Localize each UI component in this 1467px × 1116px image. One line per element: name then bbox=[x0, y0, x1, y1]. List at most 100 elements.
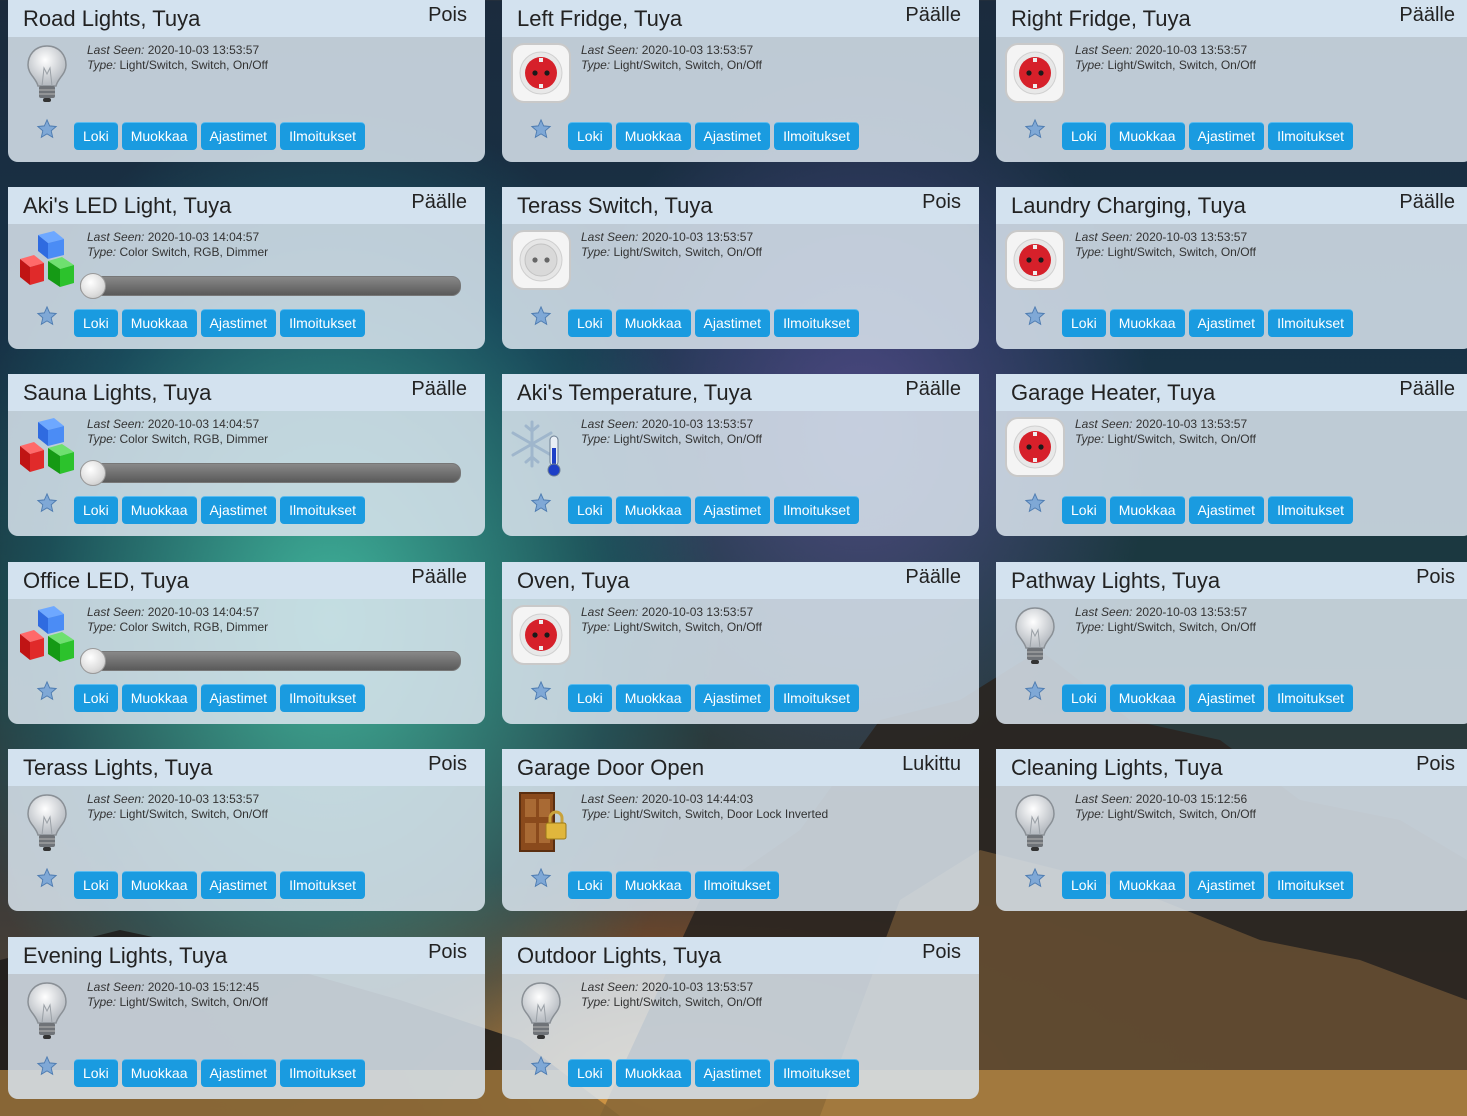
notifications-button[interactable]: Ilmoitukset bbox=[774, 1059, 859, 1087]
edit-button[interactable]: Muokkaa bbox=[615, 496, 691, 524]
timers-button[interactable]: Ajastimet bbox=[200, 309, 277, 337]
rgb-cubes-icon[interactable] bbox=[16, 604, 78, 666]
log-button[interactable]: Loki bbox=[1062, 122, 1106, 150]
favorite-star-icon[interactable] bbox=[530, 1055, 552, 1077]
power-socket-on-icon[interactable] bbox=[1004, 229, 1066, 291]
timers-button[interactable]: Ajastimet bbox=[1188, 496, 1265, 524]
favorite-star-icon[interactable] bbox=[530, 867, 552, 889]
log-button[interactable]: Loki bbox=[74, 122, 118, 150]
power-socket-on-icon[interactable] bbox=[510, 604, 572, 666]
timers-button[interactable]: Ajastimet bbox=[200, 122, 277, 150]
edit-button[interactable]: Muokkaa bbox=[615, 871, 691, 899]
device-status[interactable]: Pois bbox=[1416, 566, 1455, 589]
device-status[interactable]: Pois bbox=[1416, 753, 1455, 776]
notifications-button[interactable]: Ilmoitukset bbox=[1268, 871, 1353, 899]
favorite-star-icon[interactable] bbox=[530, 492, 552, 514]
edit-button[interactable]: Muokkaa bbox=[615, 684, 691, 712]
edit-button[interactable]: Muokkaa bbox=[1109, 496, 1185, 524]
timers-button[interactable]: Ajastimet bbox=[1188, 309, 1265, 337]
log-button[interactable]: Loki bbox=[1062, 496, 1106, 524]
device-status[interactable]: Päälle bbox=[1399, 4, 1455, 27]
favorite-star-icon[interactable] bbox=[1024, 118, 1046, 140]
rgb-cubes-icon[interactable] bbox=[16, 416, 78, 478]
device-status[interactable]: Pois bbox=[922, 191, 961, 214]
lightbulb-icon[interactable] bbox=[1004, 791, 1066, 853]
snowflake-thermometer-icon[interactable] bbox=[510, 416, 572, 478]
dimmer-slider-knob[interactable] bbox=[80, 648, 106, 674]
device-status[interactable]: Pois bbox=[428, 753, 467, 776]
favorite-star-icon[interactable] bbox=[1024, 867, 1046, 889]
notifications-button[interactable]: Ilmoitukset bbox=[774, 684, 859, 712]
edit-button[interactable]: Muokkaa bbox=[1109, 684, 1185, 712]
notifications-button[interactable]: Ilmoitukset bbox=[280, 496, 365, 524]
dimmer-slider-knob[interactable] bbox=[80, 273, 106, 299]
notifications-button[interactable]: Ilmoitukset bbox=[774, 496, 859, 524]
timers-button[interactable]: Ajastimet bbox=[200, 496, 277, 524]
log-button[interactable]: Loki bbox=[568, 871, 612, 899]
device-status[interactable]: Päälle bbox=[1399, 191, 1455, 214]
notifications-button[interactable]: Ilmoitukset bbox=[774, 122, 859, 150]
dimmer-slider[interactable] bbox=[80, 460, 461, 486]
edit-button[interactable]: Muokkaa bbox=[121, 1059, 197, 1087]
lightbulb-icon[interactable] bbox=[510, 979, 572, 1041]
device-status[interactable]: Päälle bbox=[905, 378, 961, 401]
device-status[interactable]: Päälle bbox=[905, 566, 961, 589]
notifications-button[interactable]: Ilmoitukset bbox=[280, 1059, 365, 1087]
notifications-button[interactable]: Ilmoitukset bbox=[1268, 309, 1353, 337]
device-status[interactable]: Päälle bbox=[411, 191, 467, 214]
edit-button[interactable]: Muokkaa bbox=[1109, 309, 1185, 337]
device-status[interactable]: Pois bbox=[428, 941, 467, 964]
log-button[interactable]: Loki bbox=[74, 684, 118, 712]
lightbulb-icon[interactable] bbox=[16, 791, 78, 853]
timers-button[interactable]: Ajastimet bbox=[694, 1059, 771, 1087]
log-button[interactable]: Loki bbox=[74, 496, 118, 524]
log-button[interactable]: Loki bbox=[74, 871, 118, 899]
power-socket-on-icon[interactable] bbox=[1004, 416, 1066, 478]
power-socket-on-icon[interactable] bbox=[510, 42, 572, 104]
favorite-star-icon[interactable] bbox=[530, 118, 552, 140]
timers-button[interactable]: Ajastimet bbox=[694, 684, 771, 712]
timers-button[interactable]: Ajastimet bbox=[200, 871, 277, 899]
edit-button[interactable]: Muokkaa bbox=[121, 496, 197, 524]
timers-button[interactable]: Ajastimet bbox=[200, 1059, 277, 1087]
notifications-button[interactable]: Ilmoitukset bbox=[280, 122, 365, 150]
edit-button[interactable]: Muokkaa bbox=[1109, 122, 1185, 150]
log-button[interactable]: Loki bbox=[1062, 309, 1106, 337]
lightbulb-icon[interactable] bbox=[1004, 604, 1066, 666]
device-status[interactable]: Päälle bbox=[1399, 378, 1455, 401]
edit-button[interactable]: Muokkaa bbox=[121, 684, 197, 712]
device-status[interactable]: Päälle bbox=[411, 378, 467, 401]
power-socket-off-icon[interactable] bbox=[510, 229, 572, 291]
log-button[interactable]: Loki bbox=[568, 1059, 612, 1087]
power-socket-on-icon[interactable] bbox=[1004, 42, 1066, 104]
favorite-star-icon[interactable] bbox=[36, 305, 58, 327]
notifications-button[interactable]: Ilmoitukset bbox=[1268, 122, 1353, 150]
notifications-button[interactable]: Ilmoitukset bbox=[694, 871, 780, 899]
favorite-star-icon[interactable] bbox=[1024, 305, 1046, 327]
favorite-star-icon[interactable] bbox=[36, 680, 58, 702]
timers-button[interactable]: Ajastimet bbox=[694, 122, 771, 150]
notifications-button[interactable]: Ilmoitukset bbox=[280, 309, 365, 337]
log-button[interactable]: Loki bbox=[1062, 871, 1106, 899]
favorite-star-icon[interactable] bbox=[530, 680, 552, 702]
device-status[interactable]: Päälle bbox=[905, 4, 961, 27]
timers-button[interactable]: Ajastimet bbox=[694, 309, 771, 337]
timers-button[interactable]: Ajastimet bbox=[694, 496, 771, 524]
lightbulb-icon[interactable] bbox=[16, 42, 78, 104]
dimmer-slider[interactable] bbox=[80, 648, 461, 674]
notifications-button[interactable]: Ilmoitukset bbox=[774, 309, 859, 337]
log-button[interactable]: Loki bbox=[74, 309, 118, 337]
timers-button[interactable]: Ajastimet bbox=[1188, 871, 1265, 899]
notifications-button[interactable]: Ilmoitukset bbox=[280, 684, 365, 712]
device-status[interactable]: Pois bbox=[922, 941, 961, 964]
favorite-star-icon[interactable] bbox=[36, 492, 58, 514]
edit-button[interactable]: Muokkaa bbox=[1109, 871, 1185, 899]
notifications-button[interactable]: Ilmoitukset bbox=[1268, 496, 1353, 524]
device-status[interactable]: Päälle bbox=[411, 566, 467, 589]
edit-button[interactable]: Muokkaa bbox=[615, 1059, 691, 1087]
door-lock-icon[interactable] bbox=[510, 791, 572, 853]
edit-button[interactable]: Muokkaa bbox=[615, 122, 691, 150]
edit-button[interactable]: Muokkaa bbox=[121, 122, 197, 150]
edit-button[interactable]: Muokkaa bbox=[121, 309, 197, 337]
timers-button[interactable]: Ajastimet bbox=[200, 684, 277, 712]
